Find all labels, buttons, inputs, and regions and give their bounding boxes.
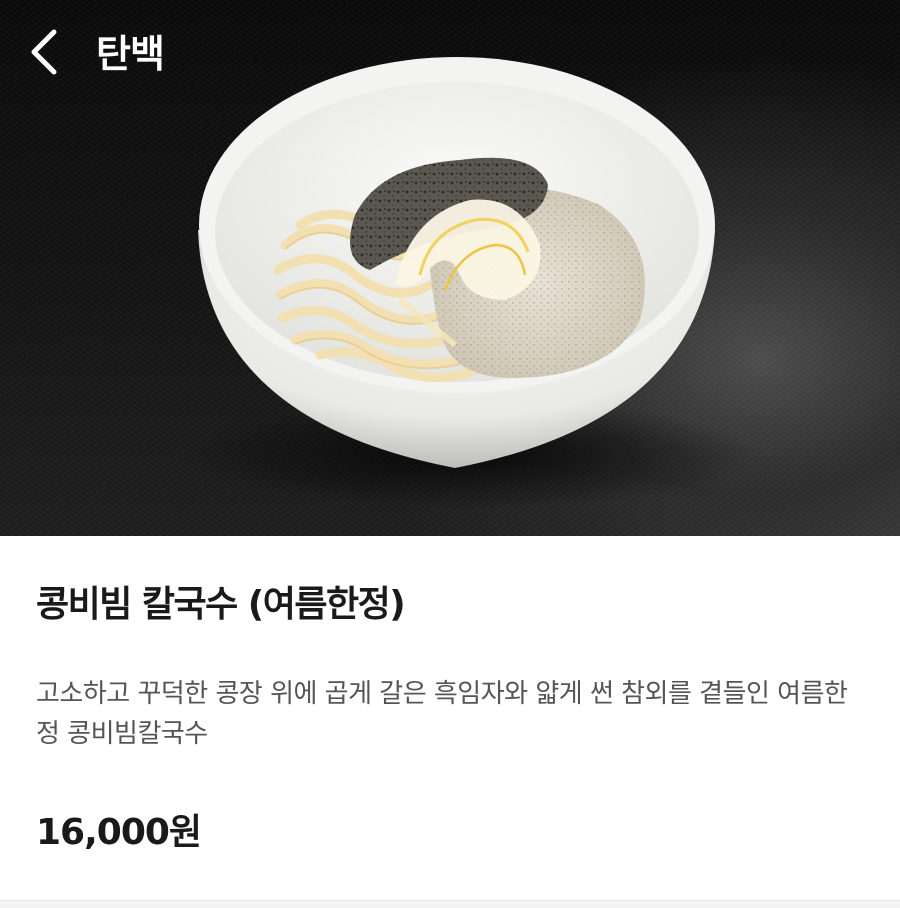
back-button[interactable] [26,26,74,82]
menu-detail-page: 탄백 콩비빔 칼국수 (여름한정) 고소하고 꾸덕한 콩장 위에 곱게 갈은 흑… [0,0,900,908]
menu-price: 16,000원 [36,812,202,853]
menu-name: 콩비빔 칼국수 (여름한정) [36,584,406,625]
top-bar: 탄백 [0,0,900,108]
chevron-left-icon [31,29,57,75]
store-name-title: 탄백 [96,32,165,76]
menu-description: 고소하고 꾸덕한 콩장 위에 곱게 갈은 흑임자와 얇게 썬 참외를 곁들인 여… [36,679,848,749]
section-divider [0,900,900,908]
menu-photo: 탄백 [0,0,900,536]
